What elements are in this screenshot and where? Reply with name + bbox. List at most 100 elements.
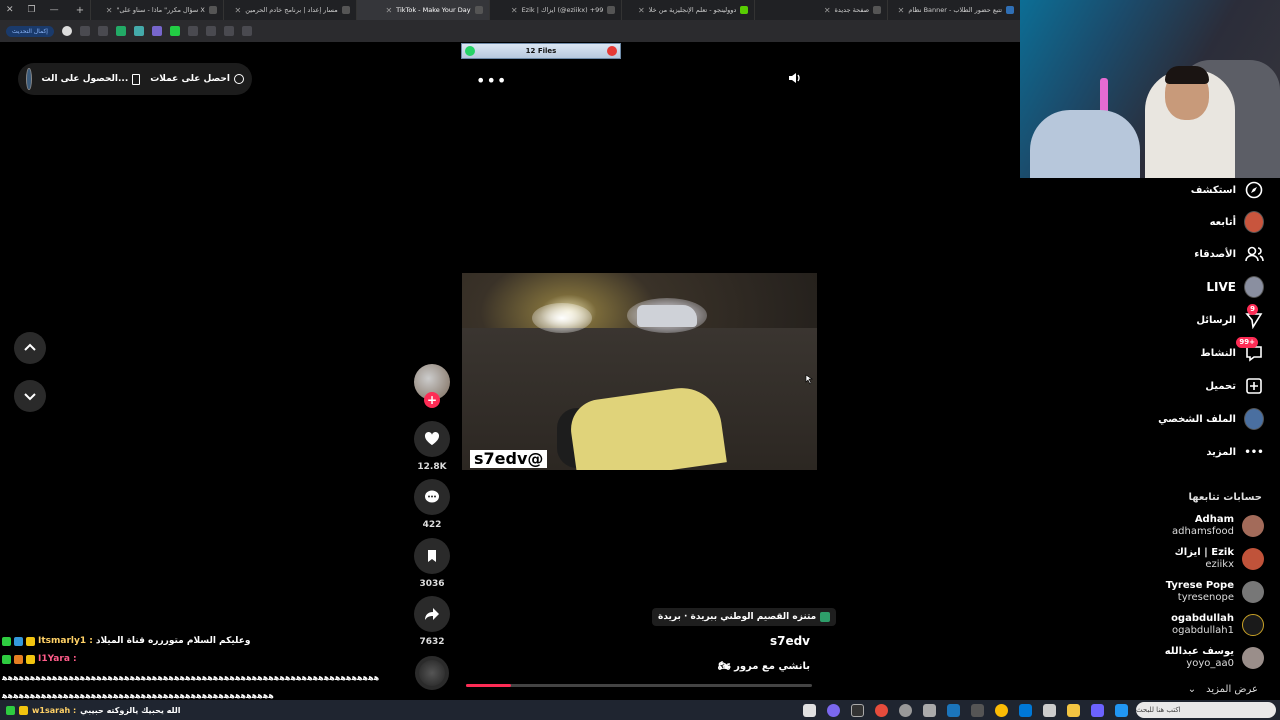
chevron-down-icon: ⌄ <box>1187 684 1197 695</box>
browser-tab[interactable]: ✕ Ezik | ايزاك (@eziikx) +99 <box>488 0 622 20</box>
browser-tab[interactable]: ✕ دوولينجو - تعلم الإنجليزية من خلا <box>621 0 754 20</box>
sidebar-item-following[interactable]: أتابعه <box>1210 210 1264 234</box>
previous-video-button[interactable] <box>14 332 46 364</box>
location-chip[interactable]: متنزه القصيم الوطني ببريدة · بريدة <box>652 608 837 626</box>
following-account[interactable]: Tyrese Pope tyresenope <box>1166 580 1264 604</box>
video-player[interactable]: s7edv@ <box>462 273 817 470</box>
video-description: بانشي مع مرور 🏍 <box>717 661 810 672</box>
close-tab-icon[interactable]: ✕ <box>511 6 518 15</box>
sidebar-item-activity[interactable]: +99 النشاط <box>1200 337 1264 365</box>
more-options-icon[interactable]: ••• <box>476 71 507 90</box>
next-video-button[interactable] <box>14 380 46 412</box>
extension-icon[interactable] <box>169 26 180 36</box>
close-tab-icon[interactable]: ✕ <box>898 6 905 15</box>
browser-tab[interactable]: ✕ "سؤال مكرر" ماذا - سناو على X <box>90 0 223 20</box>
volume-icon[interactable] <box>786 70 802 86</box>
extension-icon[interactable] <box>133 26 144 36</box>
save-button[interactable] <box>414 538 450 574</box>
sidebar-item-upload[interactable]: تحميل <box>1205 374 1264 398</box>
tiktok-favicon-icon <box>474 6 483 14</box>
settings-icon[interactable] <box>923 703 936 717</box>
following-account[interactable]: ogabdullah ogabdullah1 <box>1171 613 1264 637</box>
app-icon[interactable] <box>947 703 960 717</box>
profile-icon[interactable] <box>61 26 72 36</box>
badge-icon <box>26 654 35 664</box>
close-tab-icon[interactable]: ✕ <box>824 6 831 15</box>
files-notice-label: 12 Files <box>525 47 557 55</box>
app-icon[interactable] <box>1115 703 1128 717</box>
like-button[interactable] <box>414 421 450 457</box>
author-username[interactable]: s7edv <box>720 634 810 648</box>
following-accounts-title: حسابات تتابعها <box>1188 492 1262 503</box>
app-icon[interactable] <box>1091 703 1104 717</box>
sidebar-item-explore[interactable]: استكشف <box>1191 178 1264 202</box>
video-progress-bar[interactable] <box>466 684 812 687</box>
files-notice: 12 Files <box>461 43 621 59</box>
avatar[interactable] <box>26 68 32 90</box>
close-window-icon[interactable]: ✕ <box>6 5 14 15</box>
browser-tab[interactable]: ✕ صفحة جديدة <box>754 0 887 20</box>
minimize-window-icon[interactable]: — <box>50 5 59 15</box>
app-icon[interactable] <box>1043 703 1056 717</box>
folder-icon[interactable] <box>1067 703 1080 717</box>
close-tab-icon[interactable]: ✕ <box>235 6 242 15</box>
extension-icon[interactable] <box>115 26 126 36</box>
get-app-button[interactable]: الحصول على الت... <box>42 73 141 85</box>
see-more-button[interactable]: عرض المزيد ⌄ <box>1188 684 1258 695</box>
new-tab-button[interactable]: + <box>70 5 90 16</box>
badge-icon <box>19 705 28 715</box>
comment-button[interactable] <box>414 479 450 515</box>
following-avatar-icon <box>1244 211 1264 233</box>
browser-tab[interactable]: ✕ مسار إعداد | برنامج خادم الحرمين <box>222 0 356 20</box>
avatar <box>1242 647 1264 669</box>
browser-tabbar: ✕ ❐ — + ✕ "سؤال مكرر" ماذا - سناو على X ✕… <box>0 0 1020 20</box>
live-avatar-icon <box>1244 276 1264 298</box>
following-account[interactable]: يوسف عبدالله yoyo_aa0 <box>1165 646 1264 670</box>
chevron-down-icon <box>24 393 36 401</box>
update-button[interactable]: إكمال التحديث <box>6 25 54 37</box>
badge-icon <box>6 705 15 715</box>
translate-icon[interactable] <box>223 26 234 36</box>
badge-icon <box>14 654 23 664</box>
close-tab-icon[interactable]: ✕ <box>106 6 113 15</box>
follow-button[interactable]: + <box>424 392 440 408</box>
extension-icon[interactable] <box>151 26 162 36</box>
app-icon[interactable] <box>875 703 888 717</box>
sidebar-item-messages[interactable]: 9 الرسائل <box>1196 304 1264 332</box>
browser-tab-active[interactable]: ✕ TikTok - Make Your Day <box>355 0 489 20</box>
badge-icon <box>26 636 35 646</box>
location-icon <box>820 612 831 622</box>
share-button[interactable] <box>414 596 450 632</box>
avatar <box>1242 515 1264 537</box>
sidebar-item-friends[interactable]: الأصدقاء <box>1194 242 1264 266</box>
browser-tab[interactable]: ✕ نظام Banner - تتبع حضور الطلاب <box>887 0 1020 20</box>
app-icon[interactable] <box>899 703 912 717</box>
close-tab-icon[interactable]: ✕ <box>638 6 645 15</box>
sidebar-item-profile[interactable]: الملف الشخصي <box>1158 407 1264 431</box>
following-account[interactable]: Ezik | ايزاك eziikx <box>1175 547 1264 571</box>
app-icon[interactable] <box>971 703 984 717</box>
sidebar-item-live[interactable]: LIVE <box>1206 275 1264 299</box>
chrome-icon[interactable] <box>995 703 1008 717</box>
edge-icon[interactable] <box>1019 703 1032 717</box>
taskbar-search-input[interactable]: اكتب هنا للبحث <box>1136 702 1276 718</box>
windows-taskbar: w1sarah : الله يحبيك يالزوكته حبيبي اكتب… <box>0 700 1280 720</box>
activity-icon: +99 <box>1236 337 1264 363</box>
close-icon[interactable] <box>607 46 617 56</box>
app-icon[interactable] <box>803 703 816 717</box>
extension-icon[interactable] <box>79 26 90 36</box>
music-disc-icon[interactable] <box>415 656 449 690</box>
cast-icon[interactable] <box>241 26 252 36</box>
app-icon[interactable] <box>827 703 840 717</box>
close-tab-icon[interactable]: ✕ <box>385 6 392 15</box>
sidebar-nav: استكشف أتابعه الأصدقاء LIVE 9 الرسائل +9… <box>1120 178 1280 698</box>
app-icon[interactable] <box>851 703 864 717</box>
extension-icon[interactable] <box>97 26 108 36</box>
restore-window-icon[interactable]: ❐ <box>28 5 36 15</box>
get-coins-button[interactable]: احصل على عملات <box>150 74 244 84</box>
bookmark-star-icon[interactable] <box>187 26 198 36</box>
stream-chat-overlay: Itsmarly1 : وعليكم السلام متوررره قناة ا… <box>2 632 402 704</box>
following-account[interactable]: Adham adhamsfood <box>1172 514 1264 538</box>
zoom-icon[interactable] <box>205 26 216 36</box>
sidebar-item-more[interactable]: ••• المزيد <box>1206 440 1264 464</box>
